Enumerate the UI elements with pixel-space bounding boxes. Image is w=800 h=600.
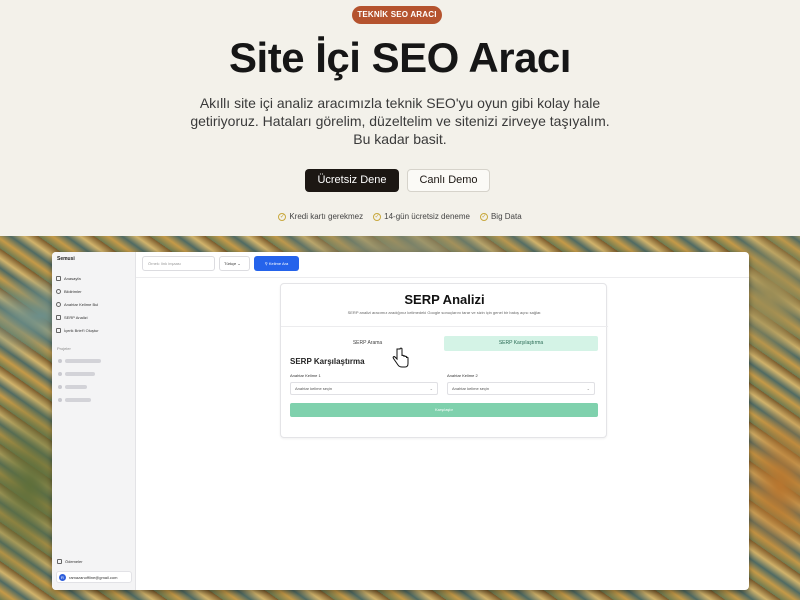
feature-item: ✓ Kredi kartı gerekmez xyxy=(278,212,363,221)
select-placeholder: Anahtar kelime seçin xyxy=(295,386,333,391)
feature-label: Big Data xyxy=(490,212,522,221)
chevron-down-icon: ⌄ xyxy=(429,386,433,391)
wallet-icon xyxy=(57,559,62,564)
sidebar-item-label: SERP Analizi xyxy=(64,315,88,320)
divider xyxy=(281,326,608,327)
document-icon xyxy=(56,328,61,333)
projects-label: Projeler xyxy=(57,346,71,351)
hero-badge: TEKNİK SEO ARACI xyxy=(352,6,442,24)
sidebar-item-serp-analysis[interactable]: SERP Analizi xyxy=(56,313,88,322)
page-title: SERP Analizi xyxy=(404,292,485,307)
avatar: R xyxy=(59,573,66,581)
tab-serp-compare[interactable]: SERP Karşılaştırma xyxy=(444,336,598,351)
brand-name: Semusi xyxy=(57,256,75,262)
hero-description: Akıllı site içi analiz aracımızla teknik… xyxy=(190,95,610,147)
sidebar-item-content-brief[interactable]: İçerik Brief'i Oluştur xyxy=(56,326,99,335)
sidebar: Semusi Anasayfa Bildirimler Anahtar Keli… xyxy=(52,252,136,590)
sidebar-item-payments[interactable]: Ödemeler xyxy=(57,559,83,564)
check-icon: ✓ xyxy=(373,212,382,221)
bell-icon xyxy=(56,289,61,294)
live-demo-button[interactable]: Canlı Demo xyxy=(407,169,490,192)
feature-list: ✓ Kredi kartı gerekmez ✓ 14-gün ücretsiz d… xyxy=(0,212,800,221)
project-item[interactable] xyxy=(58,358,101,364)
sidebar-item-label: Anahtar Kelime Bul xyxy=(64,302,99,307)
select-placeholder: Anahtar kelime seçin xyxy=(452,386,490,391)
search-icon xyxy=(56,302,61,307)
topbar: Örnek: link inşaası Türkçe ⌄ ⚲ Kelime Ar… xyxy=(136,252,749,278)
sidebar-item-keyword-finder[interactable]: Anahtar Kelime Bul xyxy=(56,300,98,309)
user-account[interactable]: R ramazanoffline@gmail.com xyxy=(56,571,132,583)
project-item[interactable] xyxy=(58,384,87,390)
keyword2-select[interactable]: Anahtar kelime seçin ⌄ xyxy=(447,382,595,395)
chevron-down-icon: ⌄ xyxy=(237,261,241,266)
search-button-label: Kelime Ara xyxy=(268,261,289,266)
check-icon: ✓ xyxy=(278,212,287,221)
sidebar-item-label: Bildirimler xyxy=(64,289,82,294)
hero-section: TEKNİK SEO ARACI Site İçi SEO Aracı Akıl… xyxy=(0,0,800,236)
keyword-search-input[interactable]: Örnek: link inşaası xyxy=(142,256,215,271)
chevron-down-icon: ⌄ xyxy=(586,386,590,391)
hand-cursor-icon xyxy=(392,347,409,368)
sidebar-item-label: Ödemeler xyxy=(65,559,83,564)
keyword1-label: Anahtar Kelime 1 xyxy=(290,373,321,378)
compare-button[interactable]: Karşılaştır xyxy=(290,403,598,417)
page-subtitle: SERP analizi aracımız aradığınız kelimed… xyxy=(347,310,542,315)
feature-item: ✓ Big Data xyxy=(479,212,522,221)
feature-label: Kredi kartı gerekmez xyxy=(289,212,364,221)
project-item[interactable] xyxy=(58,371,95,377)
sidebar-item-label: İçerik Brief'i Oluştur xyxy=(64,328,99,333)
user-email: ramazanoffline@gmail.com xyxy=(69,574,118,580)
search-icon: ⚲ xyxy=(264,261,268,266)
keyword1-select[interactable]: Anahtar kelime seçin ⌄ xyxy=(290,382,438,395)
home-icon xyxy=(56,276,61,281)
sidebar-item-home[interactable]: Anasayfa xyxy=(56,274,81,283)
chart-icon xyxy=(56,315,61,320)
language-select[interactable]: Türkçe ⌄ xyxy=(219,256,250,271)
serp-analysis-card: SERP Analizi SERP analizi aracımız aradı… xyxy=(280,283,608,438)
app-window: Semusi Anasayfa Bildirimler Anahtar Keli… xyxy=(52,252,749,590)
sidebar-item-notifications[interactable]: Bildirimler xyxy=(56,287,82,296)
feature-item: ✓ 14-gün ücretsiz deneme xyxy=(373,212,470,221)
keyword-search-button[interactable]: ⚲ Kelime Ara xyxy=(254,256,299,271)
project-item[interactable] xyxy=(58,397,91,403)
language-value: Türkçe xyxy=(224,261,237,266)
keyword2-label: Anahtar Kelime 2 xyxy=(447,373,478,378)
feature-label: 14-gün ücretsiz deneme xyxy=(384,212,470,221)
hero-title: Site İçi SEO Aracı xyxy=(229,34,571,81)
free-trial-button[interactable]: Ücretsiz Dene xyxy=(305,169,399,192)
sidebar-item-label: Anasayfa xyxy=(64,276,81,281)
check-icon: ✓ xyxy=(479,212,488,221)
tab-serp-search[interactable]: SERP Arama xyxy=(290,336,445,351)
section-title: SERP Karşılaştırma xyxy=(290,357,365,366)
